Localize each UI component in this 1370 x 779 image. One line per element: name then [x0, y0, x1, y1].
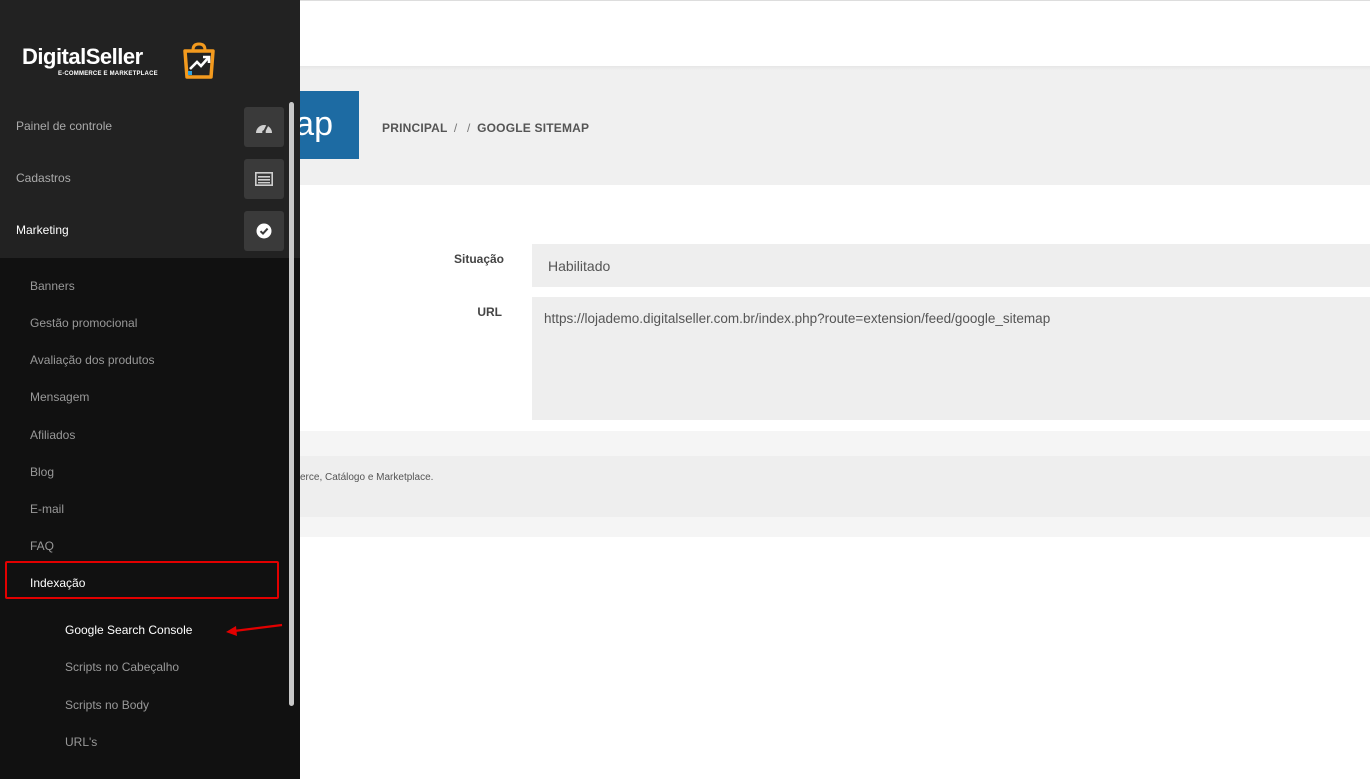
menu-label: Cadastros — [16, 171, 71, 185]
page-title: ap — [300, 105, 333, 143]
breadcrumb-separator: / — [453, 121, 458, 135]
situacao-label: Situação — [454, 252, 505, 266]
footer: erce, Catálogo e Marketplace. — [300, 456, 1370, 517]
submenu-email[interactable]: E-mail — [30, 502, 64, 516]
sidebar-scrollbar[interactable] — [289, 102, 294, 706]
arrow-annotation-icon — [226, 623, 283, 636]
situacao-value: Habilitado — [548, 258, 611, 274]
submenu-urls[interactable]: URL's — [65, 735, 97, 749]
submenu-blog[interactable]: Blog — [30, 465, 54, 479]
menu-marketing[interactable]: Marketing — [0, 205, 300, 257]
highlight-annotation-box — [5, 561, 279, 599]
logo-tagline: E-COMMERCE E MARKETPLACE — [58, 71, 158, 77]
url-value: https://lojademo.digitalseller.com.br/in… — [544, 311, 1051, 326]
footer-bottom — [300, 517, 1370, 537]
submenu-avaliacao-dos-produtos[interactable]: Avaliação dos produtos — [30, 353, 155, 367]
submenu-banners[interactable]: Banners — [30, 279, 75, 293]
check-circle-icon — [244, 211, 284, 251]
dashboard-icon — [244, 107, 284, 147]
content-separator — [300, 431, 1370, 456]
breadcrumb-google-sitemap[interactable]: GOOGLE SITEMAP — [477, 121, 589, 135]
url-label: URL — [477, 305, 502, 319]
breadcrumb-principal[interactable]: PRINCIPAL — [382, 121, 447, 135]
situacao-select[interactable]: Habilitado — [532, 244, 1370, 287]
submenu-google-search-console[interactable]: Google Search Console — [65, 623, 192, 637]
url-textarea[interactable]: https://lojademo.digitalseller.com.br/in… — [532, 297, 1370, 420]
submenu-scripts-cabecalho[interactable]: Scripts no Cabeçalho — [65, 660, 179, 674]
sidebar: DigitalSeller E-COMMERCE E MARKETPLACE P… — [0, 0, 300, 779]
logo-bag-icon — [183, 42, 215, 79]
logo-text[interactable]: DigitalSeller — [22, 44, 143, 70]
submenu-gestao-promocional[interactable]: Gestão promocional — [30, 316, 137, 330]
breadcrumb: PRINCIPAL / / GOOGLE SITEMAP — [382, 121, 589, 135]
submenu-afiliados[interactable]: Afiliados — [30, 428, 75, 442]
breadcrumb-separator: / — [467, 121, 471, 135]
page-header: ap PRINCIPAL / / GOOGLE SITEMAP — [300, 70, 1370, 185]
footer-text: erce, Catálogo e Marketplace. — [300, 472, 434, 483]
submenu-faq[interactable]: FAQ — [30, 539, 54, 553]
list-icon — [244, 159, 284, 199]
submenu-mensagem[interactable]: Mensagem — [30, 390, 89, 404]
menu-label: Painel de controle — [16, 119, 113, 133]
menu-painel-de-controle[interactable]: Painel de controle — [0, 101, 300, 153]
menu-cadastros[interactable]: Cadastros — [0, 153, 300, 205]
submenu-scripts-body[interactable]: Scripts no Body — [65, 698, 149, 712]
page-title-box: ap — [300, 91, 359, 159]
form-area: Situação Habilitado URL https://lojademo… — [300, 185, 1370, 431]
menu-label: Marketing — [16, 223, 69, 237]
